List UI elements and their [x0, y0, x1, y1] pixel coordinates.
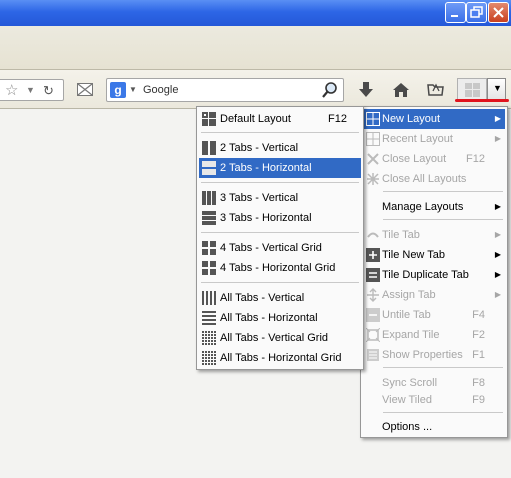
menu-item-expand-tile[interactable]: Expand Tile F2 [363, 325, 505, 345]
window-titlebar [0, 0, 511, 26]
menu-item-tile-tab[interactable]: Tile Tab ▶ [363, 225, 505, 245]
menu-item-close-all-layouts[interactable]: Close All Layouts [363, 169, 505, 189]
submenu-arrow-icon: ▶ [494, 134, 501, 143]
layout-item-all-horizontal-grid[interactable]: All Tabs - Horizontal Grid [199, 348, 361, 368]
all-horizontal-grid-icon [202, 351, 216, 365]
menu-item-assign-tab[interactable]: Assign Tab ▶ [363, 285, 505, 305]
properties-icon [367, 349, 379, 361]
menu-item-show-properties[interactable]: Show Properties F1 [363, 345, 505, 365]
menu-separator [383, 367, 503, 368]
tile-tab-icon [367, 232, 379, 238]
minimize-icon [451, 15, 458, 17]
expand-tile-icon [366, 328, 380, 342]
four-vertical-grid-icon [202, 241, 216, 255]
maximize-icon [470, 6, 483, 18]
menu-item-tile-new-tab[interactable]: Tile New Tab ▶ [363, 245, 505, 265]
bookmarks-icon[interactable] [427, 81, 445, 97]
submenu-arrow-icon: ▶ [494, 290, 501, 299]
recent-layout-icon [366, 132, 380, 146]
two-vertical-icon [202, 141, 216, 155]
layout-item-2-vertical[interactable]: 2 Tabs - Vertical [199, 138, 361, 158]
annotation-underline [455, 99, 509, 102]
url-history-dropdown-icon[interactable]: ▼ [26, 85, 35, 95]
download-icon[interactable] [358, 81, 374, 99]
four-horizontal-grid-icon [202, 261, 216, 275]
home-icon[interactable] [392, 81, 410, 99]
menu-separator [201, 182, 359, 183]
all-vertical-icon [202, 291, 216, 305]
tile-new-tab-icon [366, 248, 380, 262]
layout-item-3-vertical[interactable]: 3 Tabs - Vertical [199, 188, 361, 208]
search-icon[interactable] [321, 81, 339, 99]
two-horizontal-icon [202, 161, 216, 175]
menu-item-tile-duplicate-tab[interactable]: Tile Duplicate Tab ▶ [363, 265, 505, 285]
submenu-arrow-icon: ▶ [494, 202, 501, 211]
new-layout-submenu: Default Layout F12 2 Tabs - Vertical 2 T… [196, 106, 364, 370]
search-engine-dropdown-icon[interactable]: ▼ [129, 85, 137, 94]
menu-separator [383, 412, 503, 413]
layout-item-all-vertical[interactable]: All Tabs - Vertical [199, 288, 361, 308]
menu-separator [201, 232, 359, 233]
layout-item-all-vertical-grid[interactable]: All Tabs - Vertical Grid [199, 328, 361, 348]
close-window-button[interactable] [488, 2, 509, 23]
assign-tab-icon [367, 288, 379, 302]
submenu-arrow-icon: ▶ [494, 270, 501, 279]
menu-item-options[interactable]: Options ... [363, 417, 505, 437]
three-horizontal-icon [202, 211, 216, 225]
layout-item-4-horizontal-grid[interactable]: 4 Tabs - Horizontal Grid [199, 258, 361, 278]
menu-item-manage-layouts[interactable]: Manage Layouts ▶ [363, 197, 505, 217]
layout-item-3-horizontal[interactable]: 3 Tabs - Horizontal [199, 208, 361, 228]
close-icon [493, 7, 504, 18]
minimize-button[interactable] [445, 2, 466, 23]
layout-item-2-horizontal[interactable]: 2 Tabs - Horizontal [199, 158, 361, 178]
tile-layout-icon [465, 83, 480, 97]
search-input[interactable]: Google [143, 84, 178, 96]
all-horizontal-icon [202, 311, 216, 325]
submenu-arrow-icon: ▶ [494, 114, 501, 123]
close-layout-icon [367, 153, 379, 165]
layout-item-4-vertical-grid[interactable]: 4 Tabs - Vertical Grid [199, 238, 361, 258]
tile-duplicate-tab-icon [366, 268, 380, 282]
star-icon[interactable]: ☆ [5, 81, 18, 99]
three-vertical-icon [202, 191, 216, 205]
menu-separator [201, 132, 359, 133]
menu-separator [383, 191, 503, 192]
all-vertical-grid-icon [202, 331, 216, 345]
google-icon[interactable]: g [110, 82, 126, 98]
menu-item-recent-layout[interactable]: Recent Layout ▶ [363, 129, 505, 149]
menu-separator [201, 282, 359, 283]
layout-item-default[interactable]: Default Layout F12 [199, 109, 361, 129]
chevron-down-icon: ▼ [493, 83, 502, 93]
menu-item-new-layout[interactable]: New Layout ▶ [363, 109, 505, 129]
default-layout-icon [202, 112, 216, 126]
tile-tabs-menu: New Layout ▶ Recent Layout ▶ Close Layou… [360, 106, 508, 438]
close-all-layouts-icon [367, 173, 379, 185]
untile-tab-icon [366, 308, 380, 322]
menu-item-untile-tab[interactable]: Untile Tab F4 [363, 305, 505, 325]
menu-item-close-layout[interactable]: Close Layout F12 [363, 149, 505, 169]
new-layout-icon [366, 112, 380, 126]
search-bar[interactable]: g ▼ Google [106, 78, 344, 102]
mail-icon[interactable] [77, 83, 93, 97]
submenu-arrow-icon: ▶ [494, 250, 501, 259]
layout-item-all-horizontal[interactable]: All Tabs - Horizontal [199, 308, 361, 328]
tab-strip [0, 26, 511, 70]
url-bar[interactable]: ☆ ▼ ↻ [0, 79, 64, 101]
maximize-button[interactable] [466, 2, 487, 23]
submenu-arrow-icon: ▶ [494, 230, 501, 239]
reload-icon[interactable]: ↻ [43, 83, 54, 99]
menu-item-view-tiled[interactable]: View Tiled F9 [363, 390, 505, 410]
menu-separator [383, 219, 503, 220]
